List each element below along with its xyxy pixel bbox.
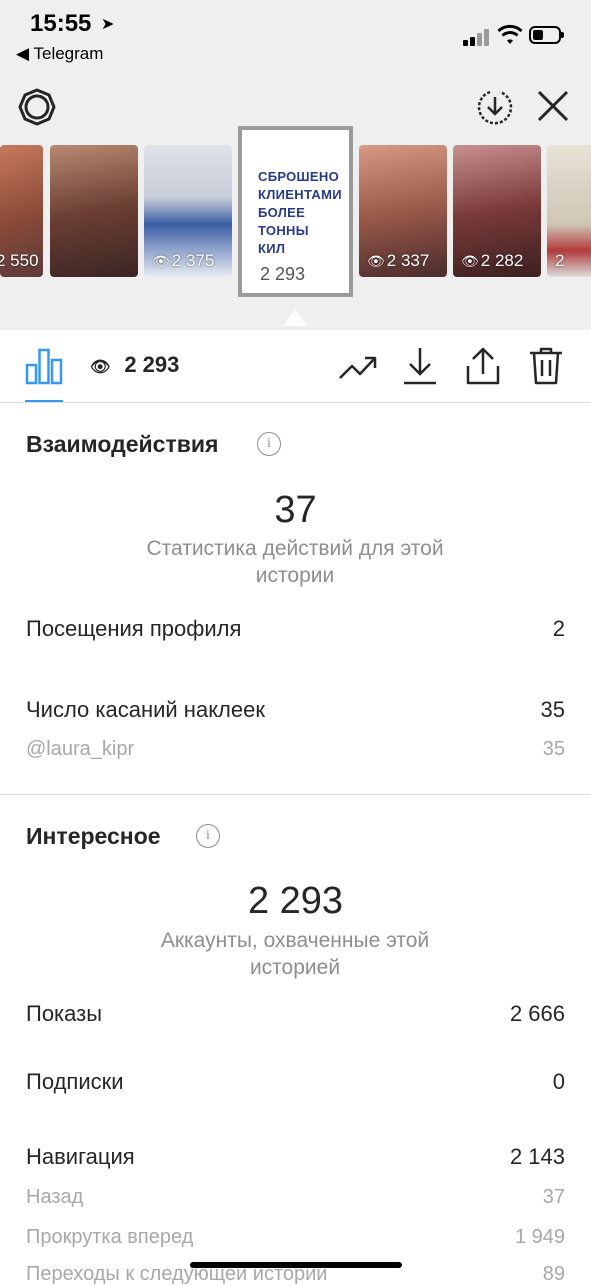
story-views: 👁 2 337 bbox=[367, 251, 430, 270]
story-caption: СБРОШЕНО КЛИЕНТАМИ БОЛЕЕ ТОННЫ КИЛ bbox=[258, 169, 342, 256]
interactions-total: 37 bbox=[274, 489, 317, 531]
eye-icon: 👁 bbox=[152, 253, 170, 269]
status-time: 15:55 bbox=[30, 10, 92, 37]
story-views: 2 293 bbox=[260, 264, 306, 284]
story-views: 👁 2 375 bbox=[152, 251, 215, 270]
profile-visits-value: 2 bbox=[552, 616, 565, 641]
cellular-signal-icon bbox=[463, 28, 491, 46]
profile-visits-label: Посещения профиля bbox=[26, 616, 242, 641]
sticker-taps-label: Число касаний наклеек bbox=[26, 697, 265, 722]
story-views: 2 bbox=[555, 251, 565, 270]
discovery-caption: Аккаунты, охваченные этой историей bbox=[160, 929, 430, 979]
forward-label: Прокрутка вперед bbox=[26, 1226, 194, 1248]
interactions-title: Взаимодействия bbox=[26, 431, 219, 457]
follows-value: 0 bbox=[552, 1069, 565, 1094]
battery-icon bbox=[529, 26, 564, 44]
promote-trend-icon[interactable] bbox=[338, 350, 378, 382]
back-value: 37 bbox=[542, 1186, 565, 1208]
mention-sticker-label: @laura_kipr bbox=[26, 738, 135, 760]
settings-gear-icon[interactable] bbox=[18, 88, 56, 126]
story-thumbnail[interactable]: 👁 2 375 bbox=[144, 145, 232, 277]
follows-label: Подписки bbox=[26, 1069, 124, 1094]
insights-bar-chart-icon[interactable] bbox=[25, 347, 63, 385]
discovery-total: 2 293 bbox=[247, 880, 344, 922]
save-download-icon[interactable] bbox=[476, 88, 514, 126]
eye-icon: 👁 bbox=[461, 253, 479, 269]
story-thumbnail[interactable]: 👁 2 282 bbox=[453, 145, 541, 277]
navigation-label: Навигация bbox=[26, 1144, 135, 1169]
eye-icon: 👁 bbox=[90, 359, 111, 376]
forward-value: 1 949 bbox=[514, 1226, 565, 1248]
wifi-icon bbox=[497, 24, 523, 44]
info-icon[interactable]: i bbox=[196, 824, 220, 848]
delete-trash-icon[interactable] bbox=[528, 346, 564, 386]
toolbar-views: 👁 2 293 bbox=[90, 352, 180, 377]
story-thumbnail[interactable] bbox=[50, 145, 138, 277]
story-views: 2 550 bbox=[0, 251, 39, 270]
impressions-label: Показы bbox=[26, 1001, 103, 1026]
insights-toolbar bbox=[0, 330, 591, 403]
next-story-value: 89 bbox=[542, 1263, 565, 1285]
interactions-caption: Статистика действий для этой истории bbox=[146, 537, 444, 587]
download-icon[interactable] bbox=[402, 346, 438, 386]
info-icon[interactable]: i bbox=[257, 432, 281, 456]
back-label: Назад bbox=[26, 1186, 84, 1208]
discovery-title: Интересное bbox=[26, 823, 161, 849]
sticker-taps-value: 35 bbox=[540, 697, 565, 722]
impressions-value: 2 666 bbox=[509, 1001, 565, 1026]
eye-icon: 👁 bbox=[367, 253, 385, 269]
back-to-telegram-link[interactable]: ◀ Telegram bbox=[16, 44, 103, 64]
story-thumbnail[interactable]: 2 550 bbox=[0, 145, 43, 277]
close-icon[interactable] bbox=[535, 88, 571, 124]
story-thumbnail[interactable]: 2 bbox=[547, 145, 591, 277]
home-indicator[interactable] bbox=[190, 1262, 402, 1268]
navigation-value: 2 143 bbox=[509, 1144, 565, 1169]
share-icon[interactable] bbox=[464, 346, 502, 386]
selected-story-pointer bbox=[283, 310, 307, 326]
story-thumbnail[interactable]: 👁 2 337 bbox=[359, 145, 447, 277]
active-tab-indicator bbox=[25, 400, 63, 402]
mention-sticker-value: 35 bbox=[542, 738, 565, 760]
location-arrow-icon: ➤ bbox=[101, 16, 115, 33]
section-divider bbox=[0, 794, 591, 795]
selected-story-thumbnail[interactable]: СБРОШЕНО КЛИЕНТАМИ БОЛЕЕ ТОННЫ КИЛ 2 293 bbox=[238, 126, 353, 297]
story-views: 👁 2 282 bbox=[461, 251, 524, 270]
